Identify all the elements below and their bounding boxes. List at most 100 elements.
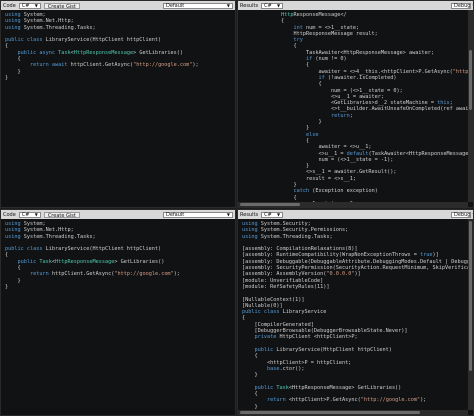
code-token: <HttpResponseMessage> GetLibraries() — [288, 384, 402, 391]
language-value: C# — [21, 211, 30, 218]
code-token: <>t__builder.AwaitUnsafeOnCompleted(ref … — [330, 106, 473, 113]
mode-value: Debug — [454, 211, 471, 218]
config-value: Default — [166, 2, 185, 9]
chevron-down-icon: ▼ — [276, 2, 281, 8]
mode-select[interactable]: Debug▼ — [451, 211, 473, 218]
code-token: true — [420, 252, 433, 259]
code-token: Task — [39, 258, 52, 265]
results-toolbar: Results C# ▼ Debug▼ — [238, 210, 473, 219]
code-token: "http://google.com" — [133, 62, 193, 69]
code-token: HttpResponseMessage — [55, 258, 115, 265]
code-token: { — [256, 18, 285, 25]
code-token: (Exception exception) — [309, 188, 378, 195]
code-token: } — [5, 74, 9, 81]
chevron-down-icon: ▼ — [226, 2, 230, 8]
config-select[interactable]: Default ▼ — [163, 211, 233, 218]
code-token: System; — [20, 221, 46, 227]
code-token: LibraryService — [279, 309, 327, 316]
code-token: public — [17, 258, 37, 265]
code-token: num = (<>1__state = 0); — [256, 87, 403, 94]
code-toolbar: Code C# ▼ Create Gist Default ▼ — [1, 1, 235, 10]
code-token: { — [256, 137, 310, 144]
code-token: [NullableContext(1)] — [242, 296, 305, 303]
code-editor[interactable]: using System; using System.Net.Http; using… — [1, 219, 235, 292]
code-token: } — [5, 283, 9, 290]
code-token: using — [5, 227, 21, 234]
code-token: { — [256, 62, 310, 69]
code-token: <httpClient>P = httpClient; — [242, 359, 352, 366]
code-token: } — [256, 125, 310, 132]
code-line: <>t__builder.SetException(exception); — [256, 207, 469, 208]
code-token: <>u__1 = awaiter; — [256, 93, 385, 100]
results-viewer[interactable]: HttpResponseMessage</ { int num = <>1__s… — [238, 10, 474, 208]
scrollbar-thumb[interactable] — [469, 50, 472, 110]
mode-select[interactable]: Debug▼ — [451, 2, 473, 9]
create-gist-button[interactable]: Create Gist — [43, 2, 80, 10]
code-token: this — [437, 100, 450, 107]
vertical-scrollbar[interactable] — [468, 10, 473, 202]
code-token: HttpResponseMessage result; — [256, 30, 378, 37]
code-token: )] — [432, 252, 439, 259]
results-viewer[interactable]: using System.Security; using System.Secur… — [238, 219, 474, 415]
code-token: int — [293, 24, 303, 31]
chevron-down-icon: ▼ — [34, 211, 38, 217]
code-token: (TaskAwaiter<HttpResponseMessage>); — [368, 150, 474, 157]
code-token: { — [5, 252, 9, 259]
code-token: ); — [192, 62, 199, 69]
code-token: return — [267, 397, 286, 404]
chevron-down-icon: ▼ — [276, 211, 281, 217]
code-token: ResponseMessage</ — [293, 12, 347, 18]
language-select[interactable]: C# ▼ — [18, 2, 41, 9]
code-token: "0.0.0.0" — [326, 271, 355, 278]
code-token: [module: UnverifiableCode] — [242, 277, 324, 284]
code-token: ; — [349, 112, 353, 119]
code-token: <httpClient>P.GetAsync( — [285, 397, 361, 404]
config-value: Default — [166, 211, 185, 218]
config-select[interactable]: Default ▼ — [163, 2, 233, 9]
language-select[interactable]: C# ▼ — [18, 211, 41, 218]
results-language-select[interactable]: C# ▼ — [261, 211, 284, 218]
code-token: Task — [276, 384, 289, 391]
code-token: Task — [58, 49, 71, 56]
code-token: using — [5, 24, 21, 31]
vertical-scrollbar[interactable] — [468, 219, 473, 410]
scrollbar-thumb[interactable] — [240, 411, 420, 414]
code-token: using — [242, 221, 258, 227]
code-token: <>t__builder.SetException(exception); — [256, 207, 422, 208]
code-token: [assembly: Debuggable(DebuggableAttribut… — [242, 258, 473, 265]
code-editor[interactable]: using System; using System.Net.Http; using… — [1, 10, 235, 83]
code-token: "http://google.com" — [360, 397, 421, 404]
scrollbar-thumb[interactable] — [469, 221, 472, 371]
code-token: { — [5, 56, 21, 63]
code-token: return await — [30, 62, 68, 69]
create-gist-button[interactable]: Create Gist — [43, 211, 80, 219]
chevron-down-icon: ▼ — [226, 211, 230, 217]
code-token: using — [242, 227, 258, 234]
code-token: [Nullable(0)] — [242, 302, 283, 309]
code-token: (num != 0) — [312, 56, 347, 63]
code-token: System.Net.Http; — [20, 227, 74, 234]
code-token: result = <>s__1; — [256, 175, 356, 182]
chevron-down-icon: ▼ — [34, 2, 38, 8]
code-token: { — [242, 315, 246, 322]
code-toolbar: Code C# ▼ Create Gist Default ▼ — [1, 210, 235, 219]
code-token: else — [305, 131, 319, 138]
horizontal-scrollbar[interactable] — [238, 410, 468, 415]
results-language-select[interactable]: C# ▼ — [261, 2, 284, 9]
horizontal-scrollbar[interactable] — [238, 202, 468, 207]
code-token: System; — [20, 12, 46, 18]
language-value: C# — [264, 2, 272, 9]
code-token: Http — [281, 12, 294, 18]
code-token: using — [5, 221, 21, 227]
code-label: Code — [3, 211, 16, 218]
code-token: private — [254, 334, 277, 341]
code-token: [assembly: SecurityPermission(SecurityAc… — [242, 265, 474, 272]
code-token: } — [5, 277, 21, 284]
scrollbar-thumb[interactable] — [240, 203, 300, 206]
code-token: ); — [420, 397, 427, 404]
